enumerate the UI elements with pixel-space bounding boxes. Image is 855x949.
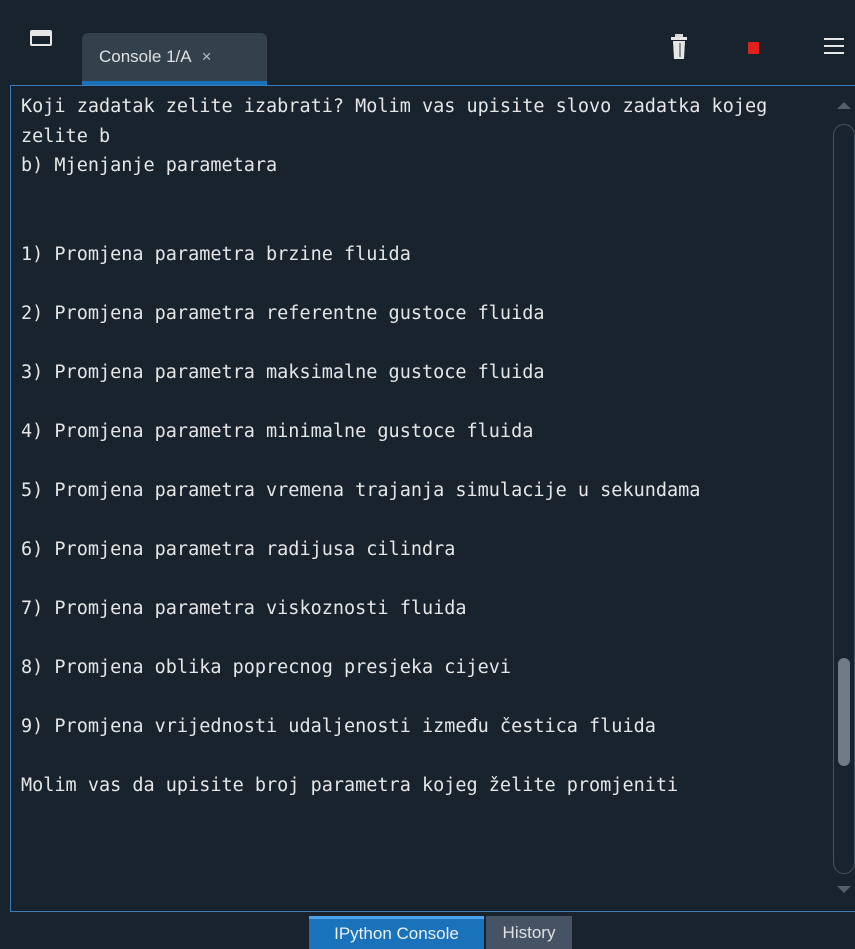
tab-console-1a[interactable]: Console 1/A × xyxy=(82,33,267,85)
scroll-up-arrow-icon[interactable] xyxy=(837,102,851,109)
ipython-console-output[interactable]: Koji zadatak zelite izabrati? Molim vas … xyxy=(10,85,855,912)
trash-icon[interactable] xyxy=(670,34,688,60)
undock-window-icon[interactable] xyxy=(30,30,52,46)
menu-icon[interactable] xyxy=(824,38,844,54)
tab-ipython-console[interactable]: IPython Console xyxy=(309,916,484,949)
stop-kernel-icon[interactable] xyxy=(748,42,759,54)
scroll-down-arrow-icon[interactable] xyxy=(837,886,851,893)
console-text: Koji zadatak zelite izabrati? Molim vas … xyxy=(21,96,768,796)
bottom-tab-bar: IPython Console History xyxy=(0,913,855,949)
tab-label: Console 1/A xyxy=(99,47,192,66)
console-toolbar: Console 1/A × xyxy=(0,0,855,86)
tab-history[interactable]: History xyxy=(486,916,572,949)
close-tab-icon[interactable]: × xyxy=(202,47,212,67)
vertical-scrollbar[interactable] xyxy=(833,124,855,874)
scrollbar-thumb[interactable] xyxy=(838,658,850,766)
